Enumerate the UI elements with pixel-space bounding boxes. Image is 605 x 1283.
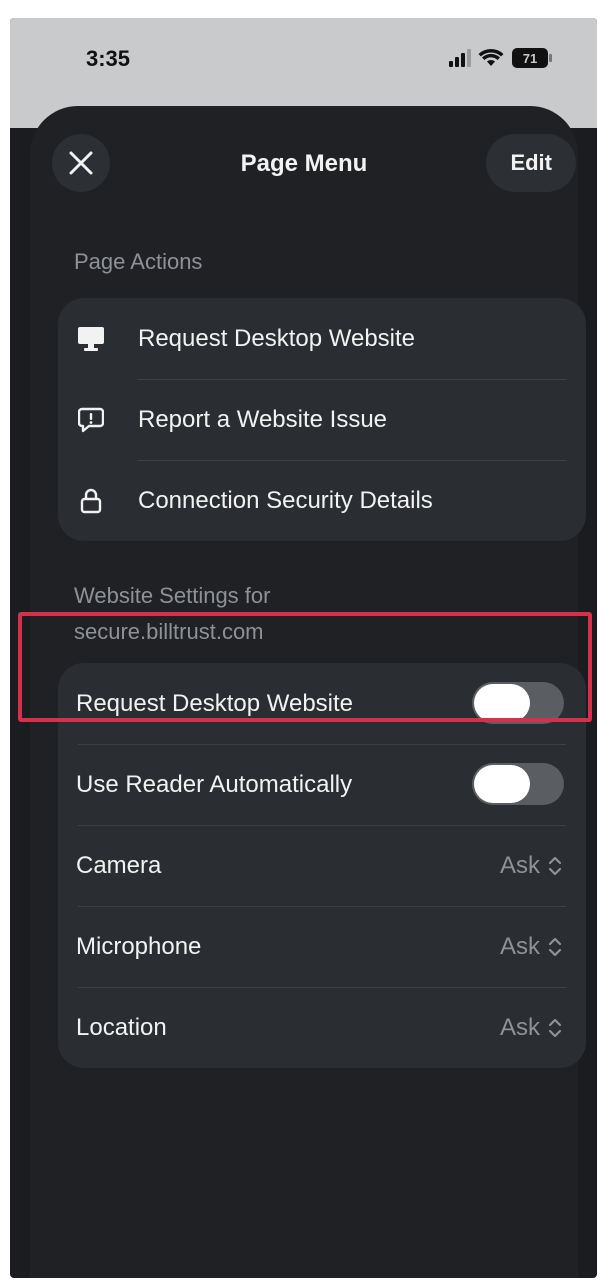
action-report-issue[interactable]: Report a Website Issue bbox=[58, 379, 586, 460]
signal-icon bbox=[449, 49, 471, 67]
setting-camera[interactable]: Camera Ask bbox=[58, 825, 586, 906]
setting-label: Microphone bbox=[76, 932, 202, 960]
highlight-box bbox=[18, 612, 592, 722]
page-actions-group: Request Desktop Website Report a Website… bbox=[58, 298, 586, 541]
battery-percent: 71 bbox=[523, 51, 537, 66]
setting-reader: Use Reader Automatically bbox=[58, 744, 586, 825]
setting-label: Camera bbox=[76, 851, 162, 879]
website-settings-title: Website Settings for bbox=[74, 583, 271, 608]
up-down-chevron-icon bbox=[548, 937, 562, 956]
location-value: Ask bbox=[499, 1013, 540, 1041]
setting-microphone[interactable]: Microphone Ask bbox=[58, 906, 586, 987]
toggle-knob bbox=[474, 765, 530, 803]
up-down-chevron-icon bbox=[548, 856, 562, 875]
camera-value: Ask bbox=[499, 851, 540, 879]
reader-toggle[interactable] bbox=[472, 763, 564, 805]
lock-icon bbox=[76, 486, 106, 516]
setting-label: Use Reader Automatically bbox=[76, 770, 353, 798]
setting-label: Location bbox=[76, 1013, 167, 1041]
website-settings-group: Request Desktop Website Use Reader Autom… bbox=[58, 663, 586, 1068]
action-security-details[interactable]: Connection Security Details bbox=[58, 460, 586, 541]
desktop-icon bbox=[76, 324, 106, 354]
wifi-icon bbox=[478, 48, 504, 66]
action-request-desktop[interactable]: Request Desktop Website bbox=[58, 298, 586, 379]
location-select[interactable]: Ask bbox=[500, 1014, 562, 1042]
page-actions-header: Page Actions bbox=[74, 249, 203, 274]
status-time: 3:35 bbox=[86, 46, 131, 71]
microphone-value: Ask bbox=[499, 932, 540, 960]
action-label: Report a Website Issue bbox=[138, 405, 388, 433]
edit-button[interactable]: Edit bbox=[486, 134, 576, 192]
microphone-select[interactable]: Ask bbox=[500, 933, 562, 961]
camera-select[interactable]: Ask bbox=[500, 852, 562, 880]
battery-icon: 71 bbox=[512, 48, 552, 68]
action-label: Connection Security Details bbox=[138, 486, 433, 514]
action-label: Request Desktop Website bbox=[138, 324, 416, 352]
report-bubble-icon bbox=[76, 405, 106, 435]
up-down-chevron-icon bbox=[548, 1018, 562, 1037]
setting-location[interactable]: Location Ask bbox=[58, 987, 586, 1068]
